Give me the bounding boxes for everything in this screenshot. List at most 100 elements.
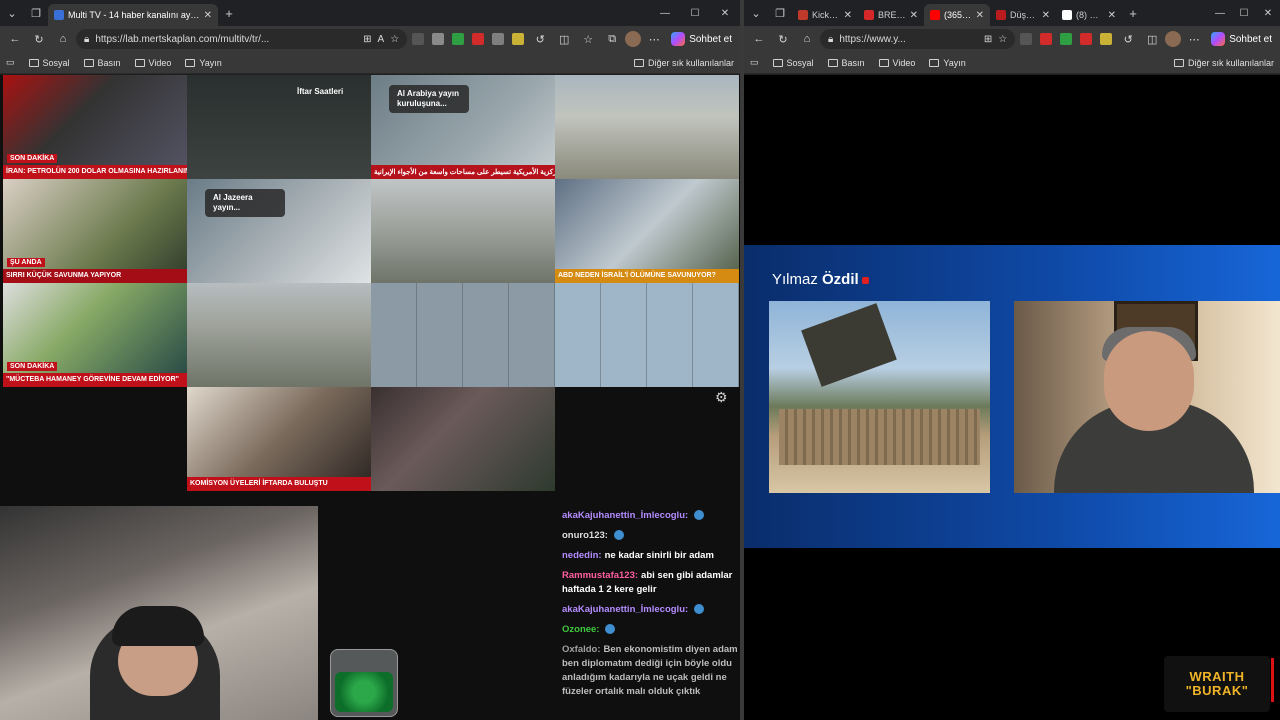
extension-icon[interactable] xyxy=(1020,33,1033,45)
address-bar[interactable]: 🔒︎ https://lab.mertskaplan.com/multitv/t… xyxy=(76,29,408,49)
maximize-icon[interactable]: ☐ xyxy=(680,8,710,19)
extension-icon[interactable] xyxy=(1060,33,1073,45)
tv-channel-tile[interactable]: SON DAKİKA "MÜCTEBA HAMANEY GÖREVİNE DEVA… xyxy=(3,283,187,387)
video-player[interactable]: Yılmaz Özdil WRAITH "BURAK" xyxy=(744,75,1280,720)
embed-overlay-card[interactable]: Al Jazeera yayın... xyxy=(205,189,285,217)
extension-icon[interactable] xyxy=(412,33,425,45)
tab-actions-icon[interactable]: ⌄ xyxy=(744,0,768,26)
browser-tab[interactable]: Düşen u ✕ xyxy=(990,4,1056,26)
tv-channel-tile[interactable] xyxy=(187,283,371,387)
copilot-button[interactable]: Sohbet et xyxy=(667,32,736,46)
back-icon[interactable]: ← xyxy=(4,28,26,50)
tv-channel-tile[interactable]: ABD NEDEN İSRAİL'İ ÖLÜMÜNE SAVUNUYOR? xyxy=(555,179,739,283)
close-tab-icon[interactable]: ✕ xyxy=(1042,10,1050,21)
other-favorites-folder[interactable]: Diğer sık kullanılanlar xyxy=(633,58,734,68)
bookmarks-menu-icon[interactable]: ▭ xyxy=(750,57,759,68)
other-favorites-folder[interactable]: Diğer sık kullanılanlar xyxy=(1173,58,1274,68)
chat-username[interactable]: onuro123: xyxy=(562,530,608,541)
extension-icon[interactable] xyxy=(1080,33,1093,45)
workspaces-icon[interactable]: ❐ xyxy=(24,0,48,26)
tv-channel-tile[interactable]: Al Arabiya yayın kuruluşuna... القيادة ال… xyxy=(371,75,555,179)
chat-username[interactable]: akaKajuhanettin_İmlecoglu: xyxy=(562,510,688,521)
home-icon[interactable]: ⌂ xyxy=(796,28,818,50)
embed-overlay-card[interactable]: Al Arabiya yayın kuruluşuna... xyxy=(389,85,469,113)
chat-username[interactable]: Rammustafa123: xyxy=(562,570,638,581)
bookmarks-menu-icon[interactable]: ▭ xyxy=(6,57,15,68)
more-menu-icon[interactable]: ⋯ xyxy=(643,28,665,50)
extension-icon[interactable] xyxy=(472,33,485,45)
home-icon[interactable]: ⌂ xyxy=(52,28,74,50)
refresh-icon[interactable]: ↻ xyxy=(28,28,50,50)
bookmark-folder[interactable]: Basın xyxy=(83,58,121,68)
maximize-icon[interactable]: ☐ xyxy=(1232,8,1256,19)
bookmark-folder[interactable]: Yayın xyxy=(185,58,222,68)
app-available-icon[interactable]: ⊞ xyxy=(984,34,992,45)
favorite-star-icon[interactable]: ☆ xyxy=(998,34,1007,45)
close-tab-icon[interactable]: ✕ xyxy=(844,10,852,21)
chat-username[interactable]: Oxfaldo: xyxy=(562,644,601,655)
tv-channel-tile[interactable]: SON DAKİKA İRAN: PETROLÜN 200 DOLAR OLMAS… xyxy=(3,75,187,179)
tv-channel-tile[interactable]: KOMİSYON ÜYELERİ İFTARDA BULUŞTU xyxy=(187,387,371,491)
extension-icon[interactable] xyxy=(512,33,525,45)
minimize-icon[interactable]: — xyxy=(1208,8,1232,19)
bookmark-folder[interactable]: Sosyal xyxy=(772,58,814,68)
close-tab-icon[interactable]: ✕ xyxy=(204,10,212,21)
read-aloud-icon[interactable]: A xyxy=(378,34,385,45)
new-tab-button[interactable]: + xyxy=(218,6,240,21)
more-menu-icon[interactable]: ⋯ xyxy=(1183,28,1205,50)
chat-username[interactable]: Ozonee: xyxy=(562,624,599,635)
close-window-icon[interactable]: ✕ xyxy=(1256,8,1280,19)
back-icon[interactable]: ← xyxy=(748,28,770,50)
address-url[interactable]: https://lab.mertskaplan.com/multitv/tr/.… xyxy=(95,34,357,45)
tv-channel-tile[interactable]: ŞU ANDA SIRRI KÜÇÜK SAVUNMA YAPIYOR xyxy=(3,179,187,283)
bookmark-folder[interactable]: Video xyxy=(878,58,915,68)
split-screen-icon[interactable]: ◫ xyxy=(553,28,575,50)
tv-channel-tile[interactable] xyxy=(555,283,739,387)
extension-icon[interactable] xyxy=(1040,33,1053,45)
extension-icon[interactable] xyxy=(1100,33,1113,45)
favorites-icon[interactable]: ☆ xyxy=(577,28,599,50)
app-available-icon[interactable]: ⊞ xyxy=(363,34,371,45)
close-tab-icon[interactable]: ✕ xyxy=(1108,10,1116,21)
collections-icon[interactable]: ⧉ xyxy=(601,28,623,50)
tv-channel-tile[interactable] xyxy=(371,179,555,283)
gear-icon[interactable]: ⚙ xyxy=(715,389,728,406)
split-screen-icon[interactable]: ◫ xyxy=(1141,28,1163,50)
close-tab-icon[interactable]: ✕ xyxy=(976,10,984,21)
favorite-star-icon[interactable]: ☆ xyxy=(390,34,399,45)
tv-channel-tile[interactable]: İftar Saatleri xyxy=(187,75,371,179)
tab-strip: ⌄ ❐ KickPeek✕BRENT✕(365) İdı✕Düşen u✕(8)… xyxy=(744,0,1280,26)
tv-channel-tile[interactable] xyxy=(371,387,555,491)
extension-icon[interactable] xyxy=(452,33,465,45)
bookmark-folder[interactable]: Yayın xyxy=(929,58,966,68)
bookmark-folder[interactable]: Video xyxy=(134,58,171,68)
address-url[interactable]: https://www.y... xyxy=(839,34,978,45)
extension-icon[interactable] xyxy=(492,33,505,45)
chat-username[interactable]: akaKajuhanettin_İmlecoglu: xyxy=(562,604,688,615)
close-tab-icon[interactable]: ✕ xyxy=(910,10,918,21)
browser-tab[interactable]: (365) İdı ✕ xyxy=(924,4,990,26)
bookmark-folder[interactable]: Basın xyxy=(827,58,865,68)
profile-avatar[interactable] xyxy=(1165,31,1182,47)
bookmark-folder[interactable]: Sosyal xyxy=(28,58,70,68)
tv-channel-tile[interactable] xyxy=(371,283,555,387)
tv-channel-tile[interactable] xyxy=(555,75,739,179)
browser-tab[interactable]: (8) X'te ✕ xyxy=(1056,4,1122,26)
browser-tab[interactable]: KickPeek ✕ xyxy=(792,4,858,26)
minimize-icon[interactable]: — xyxy=(650,8,680,19)
history-icon[interactable]: ↺ xyxy=(529,28,551,50)
tab-multitv[interactable]: Multi TV - 14 haber kanalını aynı a ✕ xyxy=(48,4,218,26)
history-icon[interactable]: ↺ xyxy=(1117,28,1139,50)
address-bar[interactable]: 🔒︎ https://www.y... ⊞ ☆ xyxy=(820,29,1016,49)
close-window-icon[interactable]: ✕ xyxy=(710,8,740,19)
tv-channel-tile[interactable]: Al Jazeera yayın... xyxy=(187,179,371,283)
tab-actions-icon[interactable]: ⌄ xyxy=(0,0,24,26)
extension-icon[interactable] xyxy=(432,33,445,45)
copilot-button[interactable]: Sohbet et xyxy=(1207,32,1276,46)
workspaces-icon[interactable]: ❐ xyxy=(768,0,792,26)
new-tab-button[interactable]: + xyxy=(1122,6,1144,21)
refresh-icon[interactable]: ↻ xyxy=(772,28,794,50)
profile-avatar[interactable] xyxy=(625,31,642,47)
browser-tab[interactable]: BRENT ✕ xyxy=(858,4,924,26)
chat-username[interactable]: nededin: xyxy=(562,550,602,561)
